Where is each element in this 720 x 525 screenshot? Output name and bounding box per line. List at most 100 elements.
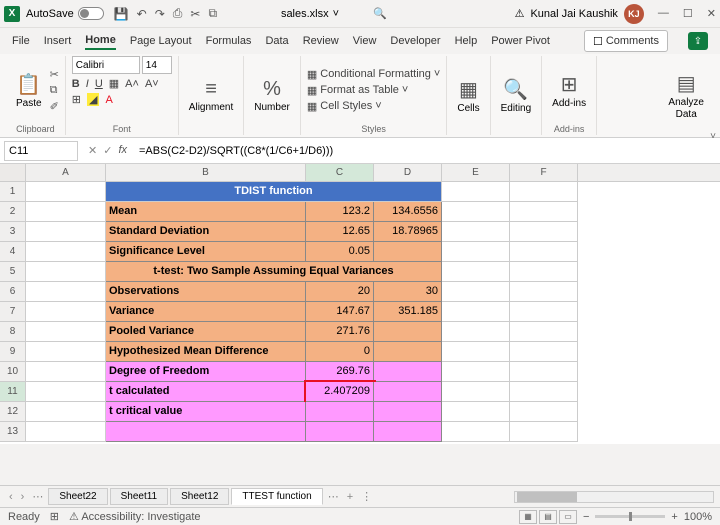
search-icon[interactable]: 🔍 xyxy=(373,7,387,20)
font-decrease[interactable]: A˅ xyxy=(145,78,159,90)
number-button[interactable]: %Number xyxy=(250,76,294,115)
tab-view[interactable]: View xyxy=(353,33,377,49)
status-wb-icon[interactable]: ⊞ xyxy=(50,510,59,523)
cells-button[interactable]: ▦Cells xyxy=(453,75,483,116)
col-A[interactable]: A xyxy=(26,164,106,181)
zoom-controls: ▦ ▤ ▭ − + 100% xyxy=(519,510,712,524)
font-name-input[interactable] xyxy=(72,56,140,74)
bold-button[interactable]: B xyxy=(72,78,80,90)
close-button[interactable]: ✕ xyxy=(707,7,716,20)
editing-button[interactable]: 🔍Editing xyxy=(497,75,536,116)
zoom-level[interactable]: 100% xyxy=(684,511,712,523)
row-5: 5t-test: Two Sample Assuming Equal Varia… xyxy=(0,262,720,282)
border-btn[interactable]: ⊞ xyxy=(72,93,81,106)
undo-icon[interactable]: ↶ xyxy=(137,7,147,21)
share-button[interactable]: ⇪ xyxy=(688,32,708,50)
quick-access-toolbar: 💾 ↶ ↷ ⎙ ✂ ⧉ xyxy=(114,6,217,21)
zoom-in[interactable]: + xyxy=(671,511,677,523)
cut-btn[interactable]: ✂ xyxy=(50,68,59,81)
tab-page-layout[interactable]: Page Layout xyxy=(130,33,192,49)
italic-button[interactable]: I xyxy=(86,78,89,90)
print-icon[interactable]: ⎙ xyxy=(173,6,183,21)
view-normal[interactable]: ▦ xyxy=(519,510,537,524)
sheet-more-2[interactable]: ⋯ xyxy=(325,490,342,503)
cell-C11-selected[interactable]: 2.407209 xyxy=(306,382,374,402)
new-sheet[interactable]: + xyxy=(344,491,356,503)
horizontal-scrollbar[interactable] xyxy=(514,491,714,503)
tab-review[interactable]: Review xyxy=(303,33,339,49)
tab-help[interactable]: Help xyxy=(455,33,478,49)
maximize-button[interactable]: ☐ xyxy=(683,7,693,20)
col-B[interactable]: B xyxy=(106,164,306,181)
group-clipboard: 📋Paste ✂⧉✐ Clipboard xyxy=(6,56,66,135)
col-F[interactable]: F xyxy=(510,164,578,181)
collapse-ribbon[interactable]: ˅ xyxy=(710,131,716,142)
col-E[interactable]: E xyxy=(442,164,510,181)
format-as-table[interactable]: ▦Format as Table ˅ xyxy=(307,84,441,97)
painter-btn[interactable]: ✐ xyxy=(50,100,59,113)
select-all[interactable] xyxy=(0,164,26,181)
sheet-menu[interactable]: ⋮ xyxy=(358,490,375,503)
tab-file[interactable]: File xyxy=(12,33,30,49)
font-size-input[interactable] xyxy=(142,56,172,74)
confirm-formula[interactable]: ✓ xyxy=(103,144,112,157)
tab-insert[interactable]: Insert xyxy=(44,33,72,49)
tab-developer[interactable]: Developer xyxy=(390,33,440,49)
conditional-formatting[interactable]: ▦Conditional Formatting ˅ xyxy=(307,68,441,81)
cancel-formula[interactable]: ✕ xyxy=(88,144,97,157)
fx-button[interactable]: fx xyxy=(118,144,127,157)
redo-icon[interactable]: ↷ xyxy=(155,7,165,21)
user-name: Kunal Jai Kaushik xyxy=(530,8,617,20)
paste-button[interactable]: 📋Paste xyxy=(12,70,46,111)
sheet-tab-3[interactable]: Sheet12 xyxy=(170,488,229,505)
row-13: 13 xyxy=(0,422,720,442)
save-icon[interactable]: 💾 xyxy=(114,7,129,21)
scroll-thumb[interactable] xyxy=(517,492,577,502)
col-D[interactable]: D xyxy=(374,164,442,181)
sheet-nav-prev[interactable]: ‹ xyxy=(6,491,16,503)
sheet-tab-2[interactable]: Sheet11 xyxy=(110,488,169,505)
copy-icon[interactable]: ⧉ xyxy=(208,6,217,21)
avatar[interactable]: KJ xyxy=(624,4,644,24)
sheet-tab-4[interactable]: TTEST function xyxy=(231,488,322,505)
filename-area[interactable]: sales.xlsx ˅ 🔍 xyxy=(281,7,387,20)
spreadsheet-grid[interactable]: A B C D E F 1TDIST function 2Mean123.213… xyxy=(0,164,720,444)
font-color-button[interactable]: A xyxy=(105,94,112,106)
group-editing: 🔍Editing xyxy=(491,56,543,135)
zoom-out[interactable]: − xyxy=(583,511,589,523)
formula-bar: C11 ✕ ✓ fx =ABS(C2-D2)/SQRT((C8*(1/C6+1/… xyxy=(0,138,720,164)
sheet-nav-next[interactable]: › xyxy=(18,491,28,503)
view-page[interactable]: ▤ xyxy=(539,510,557,524)
chevron-down-icon[interactable]: ˅ xyxy=(333,8,339,20)
analyze-button[interactable]: ▤AnalyzeData xyxy=(664,69,708,122)
tab-home[interactable]: Home xyxy=(85,32,116,50)
fill-color-button[interactable]: ◢ xyxy=(87,93,99,106)
zoom-slider[interactable] xyxy=(595,515,665,518)
cell-title[interactable]: TDIST function xyxy=(106,182,442,202)
tab-formulas[interactable]: Formulas xyxy=(206,33,252,49)
sheet-tab-1[interactable]: Sheet22 xyxy=(48,488,107,505)
accessibility-status[interactable]: ⚠ Accessibility: Investigate xyxy=(69,510,201,523)
autosave-toggle[interactable] xyxy=(78,7,104,20)
tab-power-pivot[interactable]: Power Pivot xyxy=(491,33,550,49)
user-area[interactable]: ⚠ Kunal Jai Kaushik KJ xyxy=(515,4,644,24)
row-8: 8Pooled Variance271.76 xyxy=(0,322,720,342)
cut-icon[interactable]: ✂ xyxy=(190,7,200,21)
font-increase[interactable]: A˄ xyxy=(125,78,139,90)
minimize-button[interactable]: — xyxy=(658,7,669,20)
border-button[interactable]: ▦ xyxy=(109,77,119,90)
addins-button[interactable]: ⊞Add-ins xyxy=(548,70,590,111)
name-box[interactable]: C11 xyxy=(4,141,78,161)
ribbon: 📋Paste ✂⧉✐ Clipboard B I U ▦ A˄ A˅ ⊞ ◢ A xyxy=(0,54,720,138)
view-break[interactable]: ▭ xyxy=(559,510,577,524)
formula-input[interactable]: =ABS(C2-D2)/SQRT((C8*(1/C6+1/D6))) xyxy=(133,145,720,157)
alignment-button[interactable]: ≡Alignment xyxy=(185,76,237,115)
copy-btn[interactable]: ⧉ xyxy=(50,84,59,97)
underline-button[interactable]: U xyxy=(95,78,103,90)
cell-styles[interactable]: ▦Cell Styles ˅ xyxy=(307,100,441,113)
autosave[interactable]: AutoSave xyxy=(26,7,104,20)
comments-button[interactable]: ☐ Comments xyxy=(584,30,668,52)
sheet-more[interactable]: ⋯ xyxy=(29,490,46,503)
tab-data[interactable]: Data xyxy=(265,33,288,49)
col-C[interactable]: C xyxy=(306,164,374,181)
